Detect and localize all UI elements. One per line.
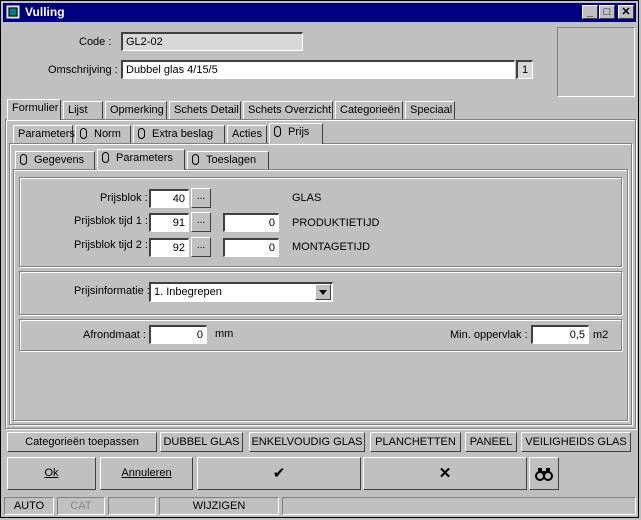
check-icon: ✔: [272, 465, 286, 482]
x-icon: ✕: [438, 465, 452, 482]
tijd1-browse-button[interactable]: ...: [191, 212, 211, 232]
category-enkelvoudig-glas-button[interactable]: ENKELVOUDIG GLAS: [249, 432, 365, 452]
tab-formulier[interactable]: Formulier: [7, 99, 61, 120]
min-oppervlak-field[interactable]: 0,5: [531, 325, 589, 344]
tab-schets-detail[interactable]: Schets Detail: [169, 101, 241, 120]
tijd1-amount-field[interactable]: 0: [223, 213, 279, 232]
tab-extra-beslag[interactable]: Extra beslag: [133, 125, 225, 144]
tab-speciaal[interactable]: Speciaal: [405, 101, 455, 120]
minimize-button[interactable]: _: [582, 5, 598, 19]
tab-gegevens[interactable]: Gegevens: [15, 151, 95, 170]
prijsblok-desc: GLAS: [292, 192, 322, 204]
category-veiligheids-glas-button[interactable]: VEILIGHEIDS GLAS: [521, 432, 631, 452]
status-empty-1: [108, 497, 156, 515]
tijd2-amount-field[interactable]: 0: [223, 238, 279, 257]
tijd1-desc: PRODUKTIETIJD: [292, 217, 380, 229]
prijsblok-label: Prijsblok :: [100, 192, 148, 204]
prijsinfo-label: Prijsinformatie :: [74, 285, 150, 297]
omschrijving-label: Omschrijving :: [48, 64, 118, 76]
search-button[interactable]: [529, 457, 559, 490]
app-icon: [6, 5, 20, 19]
ok-button[interactable]: Ok: [7, 457, 96, 490]
tijd2-label: Prijsblok tijd 2 :: [74, 239, 148, 251]
tab-opmerking[interactable]: Opmerking: [105, 101, 167, 120]
tab-parameters[interactable]: Parameters: [13, 125, 75, 144]
min-oppervlak-label: Min. oppervlak :: [450, 329, 528, 341]
tab-acties[interactable]: Acties: [227, 125, 267, 144]
paperclip-icon: [138, 128, 145, 139]
tijd2-field[interactable]: 92: [149, 238, 189, 257]
window-title: Vulling: [25, 5, 65, 19]
tab-prijs-parameters[interactable]: Parameters: [97, 149, 185, 170]
tijd2-desc: MONTAGETIJD: [292, 241, 371, 253]
maximize-button[interactable]: □: [599, 5, 615, 19]
paperclip-icon: [274, 126, 281, 137]
status-cat: CAT: [57, 497, 105, 515]
status-message: [282, 497, 636, 515]
tijd2-browse-button[interactable]: ...: [191, 237, 211, 257]
paperclip-icon: [192, 154, 199, 165]
annuleren-button[interactable]: Annuleren: [100, 457, 193, 490]
status-mode: WIJZIGEN: [159, 497, 279, 515]
tab-categorieen[interactable]: Categorieën: [335, 101, 403, 120]
tab-schets-overzicht[interactable]: Schets Overzicht: [243, 101, 333, 120]
close-button[interactable]: ✕: [618, 5, 634, 19]
paperclip-icon: [20, 154, 27, 165]
code-field[interactable]: GL2-02: [121, 32, 303, 51]
cancel-x-button[interactable]: ✕: [363, 457, 527, 490]
paperclip-icon: [102, 152, 109, 163]
status-auto: AUTO: [4, 497, 54, 515]
tab-prijs[interactable]: Prijs: [269, 123, 323, 144]
prijsblok-browse-button[interactable]: ...: [191, 188, 211, 208]
tab-norm[interactable]: Norm: [75, 125, 131, 144]
omschrijving-lang-field[interactable]: 1: [516, 60, 533, 79]
categorieen-toepassen-button[interactable]: Categorieën toepassen: [7, 432, 157, 452]
dropdown-button[interactable]: [315, 284, 331, 300]
code-label: Code :: [79, 36, 112, 48]
title-bar: Vulling _ □ ✕: [3, 3, 636, 22]
category-planchetten-button[interactable]: PLANCHETTEN: [370, 432, 461, 452]
omschrijving-field[interactable]: Dubbel glas 4/15/5: [121, 60, 515, 79]
confirm-check-button[interactable]: ✔: [197, 457, 361, 490]
binoculars-icon: [535, 468, 553, 481]
prijsinfo-select[interactable]: 1. Inbegrepen: [149, 282, 333, 302]
tijd1-label: Prijsblok tijd 1 :: [74, 215, 148, 227]
category-dubbel-glas-button[interactable]: DUBBEL GLAS: [160, 432, 243, 452]
afrondmaat-label: Afrondmaat :: [83, 329, 146, 341]
tab-lijst[interactable]: Lijst: [63, 101, 103, 120]
tijd1-field[interactable]: 91: [149, 213, 189, 232]
afrondmaat-field[interactable]: 0: [149, 325, 207, 344]
main-window: Vulling _ □ ✕ Code : GL2-02 Omschrijving…: [0, 0, 639, 518]
prijsinfo-value: 1. Inbegrepen: [154, 286, 222, 298]
afrondmaat-unit: mm: [215, 328, 234, 340]
category-paneel-button[interactable]: PANEEL: [465, 432, 517, 452]
chevron-down-icon: [319, 290, 327, 295]
tab-toeslagen[interactable]: Toeslagen: [187, 151, 269, 170]
prijsblok-field[interactable]: 40: [149, 189, 189, 208]
paperclip-icon: [80, 128, 87, 139]
min-oppervlak-unit: m2: [593, 329, 609, 341]
image-preview: [557, 27, 635, 97]
